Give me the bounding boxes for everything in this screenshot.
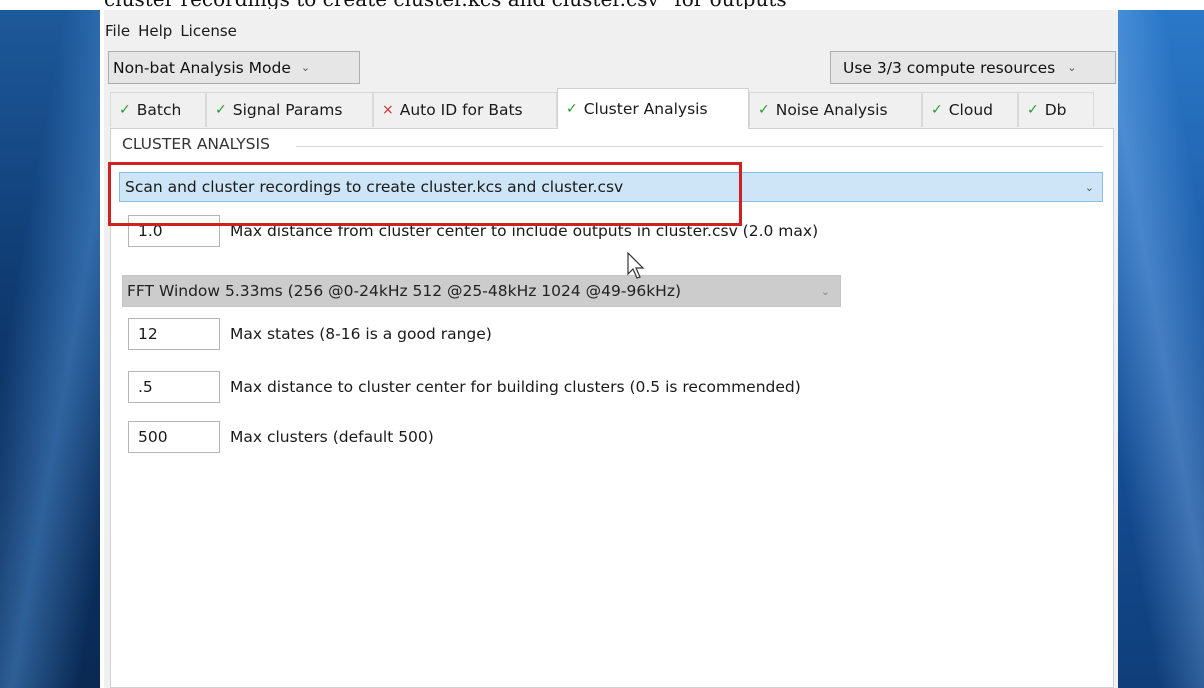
caption-text: cluster recordings to create cluster.kcs… <box>104 0 787 9</box>
check-icon: ✓ <box>566 101 578 117</box>
field-row-max-clusters: 500 Max clusters (default 500) <box>128 421 434 453</box>
group-title: CLUSTER ANALYSIS <box>122 135 274 153</box>
menu-license[interactable]: License <box>179 22 238 42</box>
cluster-analysis-panel: CLUSTER ANALYSIS Scan and cluster record… <box>108 128 1114 688</box>
menu-bar: File Help License <box>104 22 238 42</box>
tab-label: Batch <box>136 101 182 119</box>
analysis-mode-select[interactable]: Non-bat Analysis Mode ⌄ <box>108 51 360 84</box>
field-row-max-distance-building: .5 Max distance to cluster center for bu… <box>128 371 801 403</box>
max-distance-building-input[interactable]: .5 <box>128 371 220 403</box>
check-icon: ✓ <box>931 102 943 118</box>
fft-window-select[interactable]: FFT Window 5.33ms (256 @0-24kHz 512 @25-… <box>122 275 841 307</box>
mouse-pointer-icon <box>627 252 645 279</box>
tab-signal-params[interactable]: ✓ Signal Params <box>206 92 373 127</box>
menu-file[interactable]: File <box>104 22 131 42</box>
max-clusters-input[interactable]: 500 <box>128 421 220 453</box>
tab-noise-analysis[interactable]: ✓ Noise Analysis <box>749 92 922 127</box>
tab-label: Noise Analysis <box>775 101 888 119</box>
check-icon: ✓ <box>758 102 770 118</box>
tab-label: Db <box>1044 101 1067 119</box>
max-distance-output-label: Max distance from cluster center to incl… <box>230 222 819 240</box>
desktop-background-left <box>0 0 100 688</box>
max-distance-building-label: Max distance to cluster center for build… <box>230 378 801 396</box>
tab-label: Signal Params <box>232 101 343 119</box>
cluster-action-select[interactable]: Scan and cluster recordings to create cl… <box>119 172 1103 202</box>
max-states-label: Max states (8-16 is a good range) <box>230 325 492 343</box>
chevron-down-icon: ⌄ <box>820 284 830 298</box>
tab-cluster-analysis[interactable]: ✓ Cluster Analysis <box>557 88 749 129</box>
max-states-input[interactable]: 12 <box>128 318 220 350</box>
fft-window-value: FFT Window 5.33ms (256 @0-24kHz 512 @25-… <box>127 282 682 300</box>
compute-resources-value: Use 3/3 compute resources <box>843 58 1056 77</box>
group-divider <box>296 146 1103 147</box>
chevron-down-icon: ⌄ <box>300 61 311 74</box>
tab-cloud[interactable]: ✓ Cloud <box>922 92 1018 127</box>
tab-label: Cloud <box>948 101 994 119</box>
cluster-action-value: Scan and cluster recordings to create cl… <box>125 178 624 196</box>
analysis-mode-value: Non-bat Analysis Mode <box>113 58 291 77</box>
tab-batch[interactable]: ✓ Batch <box>110 92 206 127</box>
tab-label: Auto ID for Bats <box>399 101 523 119</box>
app-window: File Help License Non-bat Analysis Mode … <box>104 10 1118 688</box>
tab-auto-id-for-bats[interactable]: × Auto ID for Bats <box>373 92 557 127</box>
max-distance-output-input[interactable]: 1.0 <box>128 215 220 247</box>
max-clusters-label: Max clusters (default 500) <box>230 428 434 446</box>
tab-label: Cluster Analysis <box>583 100 708 118</box>
tab-db[interactable]: ✓ Db <box>1018 92 1094 127</box>
check-icon: ✓ <box>1027 102 1039 118</box>
check-icon: ✓ <box>215 102 227 118</box>
compute-resources-select[interactable]: Use 3/3 compute resources ⌄ <box>830 51 1116 84</box>
desktop-background-right <box>1118 0 1204 688</box>
cross-icon: × <box>382 102 394 118</box>
check-icon: ✓ <box>119 102 131 118</box>
chevron-down-icon: ⌄ <box>1067 61 1077 74</box>
field-row-max-states: 12 Max states (8-16 is a good range) <box>128 318 492 350</box>
field-row-max-distance-output: 1.0 Max distance from cluster center to … <box>128 215 818 247</box>
menu-help[interactable]: Help <box>137 22 173 42</box>
chevron-down-icon: ⌄ <box>1084 180 1094 194</box>
